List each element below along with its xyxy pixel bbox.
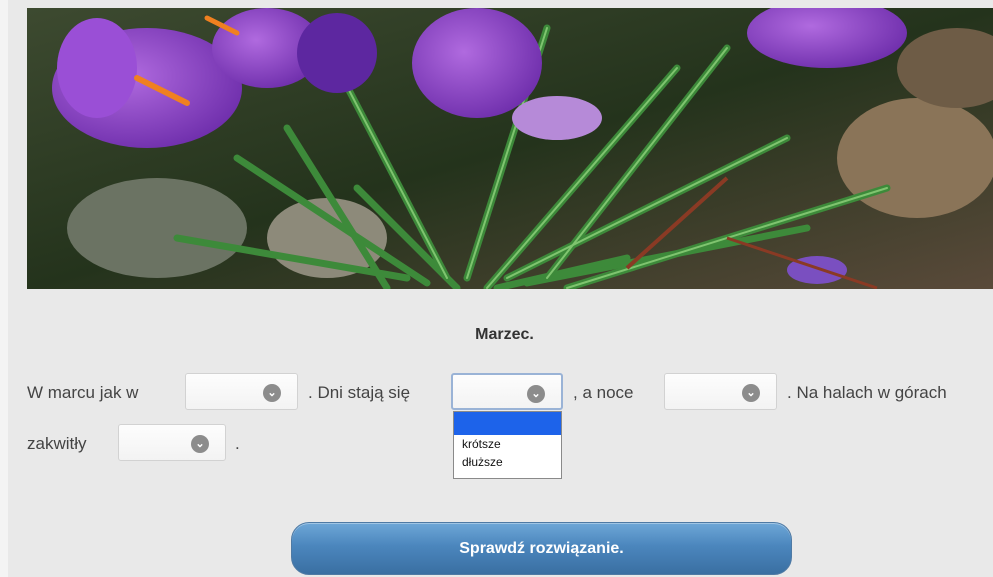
chevron-down-icon: ⌄ bbox=[191, 435, 209, 453]
gap-select-3[interactable]: ⌄ bbox=[664, 373, 777, 410]
text-segment: . Dni stają się bbox=[308, 383, 411, 402]
exercise-title: Marzec. bbox=[475, 326, 534, 343]
dropdown-option-krotsze[interactable]: krótsze bbox=[454, 435, 561, 453]
chevron-down-icon: ⌄ bbox=[263, 384, 281, 402]
dropdown-list: krótsze dłuższe bbox=[453, 411, 562, 479]
dropdown-option-dluzsze[interactable]: dłuższe bbox=[454, 453, 561, 471]
dropdown-option-empty[interactable] bbox=[454, 412, 561, 435]
gap-select-2[interactable]: ⌄ bbox=[451, 373, 563, 410]
text-segment: zakwitły bbox=[27, 434, 87, 453]
crocus-photo bbox=[27, 8, 993, 289]
text-segment: . bbox=[235, 434, 240, 453]
check-solution-button[interactable]: Sprawdź rozwiązanie. bbox=[291, 522, 792, 575]
crocus-illustration bbox=[27, 8, 993, 289]
chevron-down-icon: ⌄ bbox=[527, 385, 545, 403]
gap-select-1[interactable]: ⌄ bbox=[185, 373, 298, 410]
page: Marzec. W marcu jak w ⌄ . Dni stają się … bbox=[0, 0, 993, 577]
chevron-down-icon: ⌄ bbox=[742, 384, 760, 402]
text-segment: , a noce bbox=[573, 383, 634, 402]
text-segment: . Na halach w górach bbox=[787, 383, 947, 402]
text-segment: W marcu jak w bbox=[27, 383, 139, 402]
gap-select-4[interactable]: ⌄ bbox=[118, 424, 226, 461]
